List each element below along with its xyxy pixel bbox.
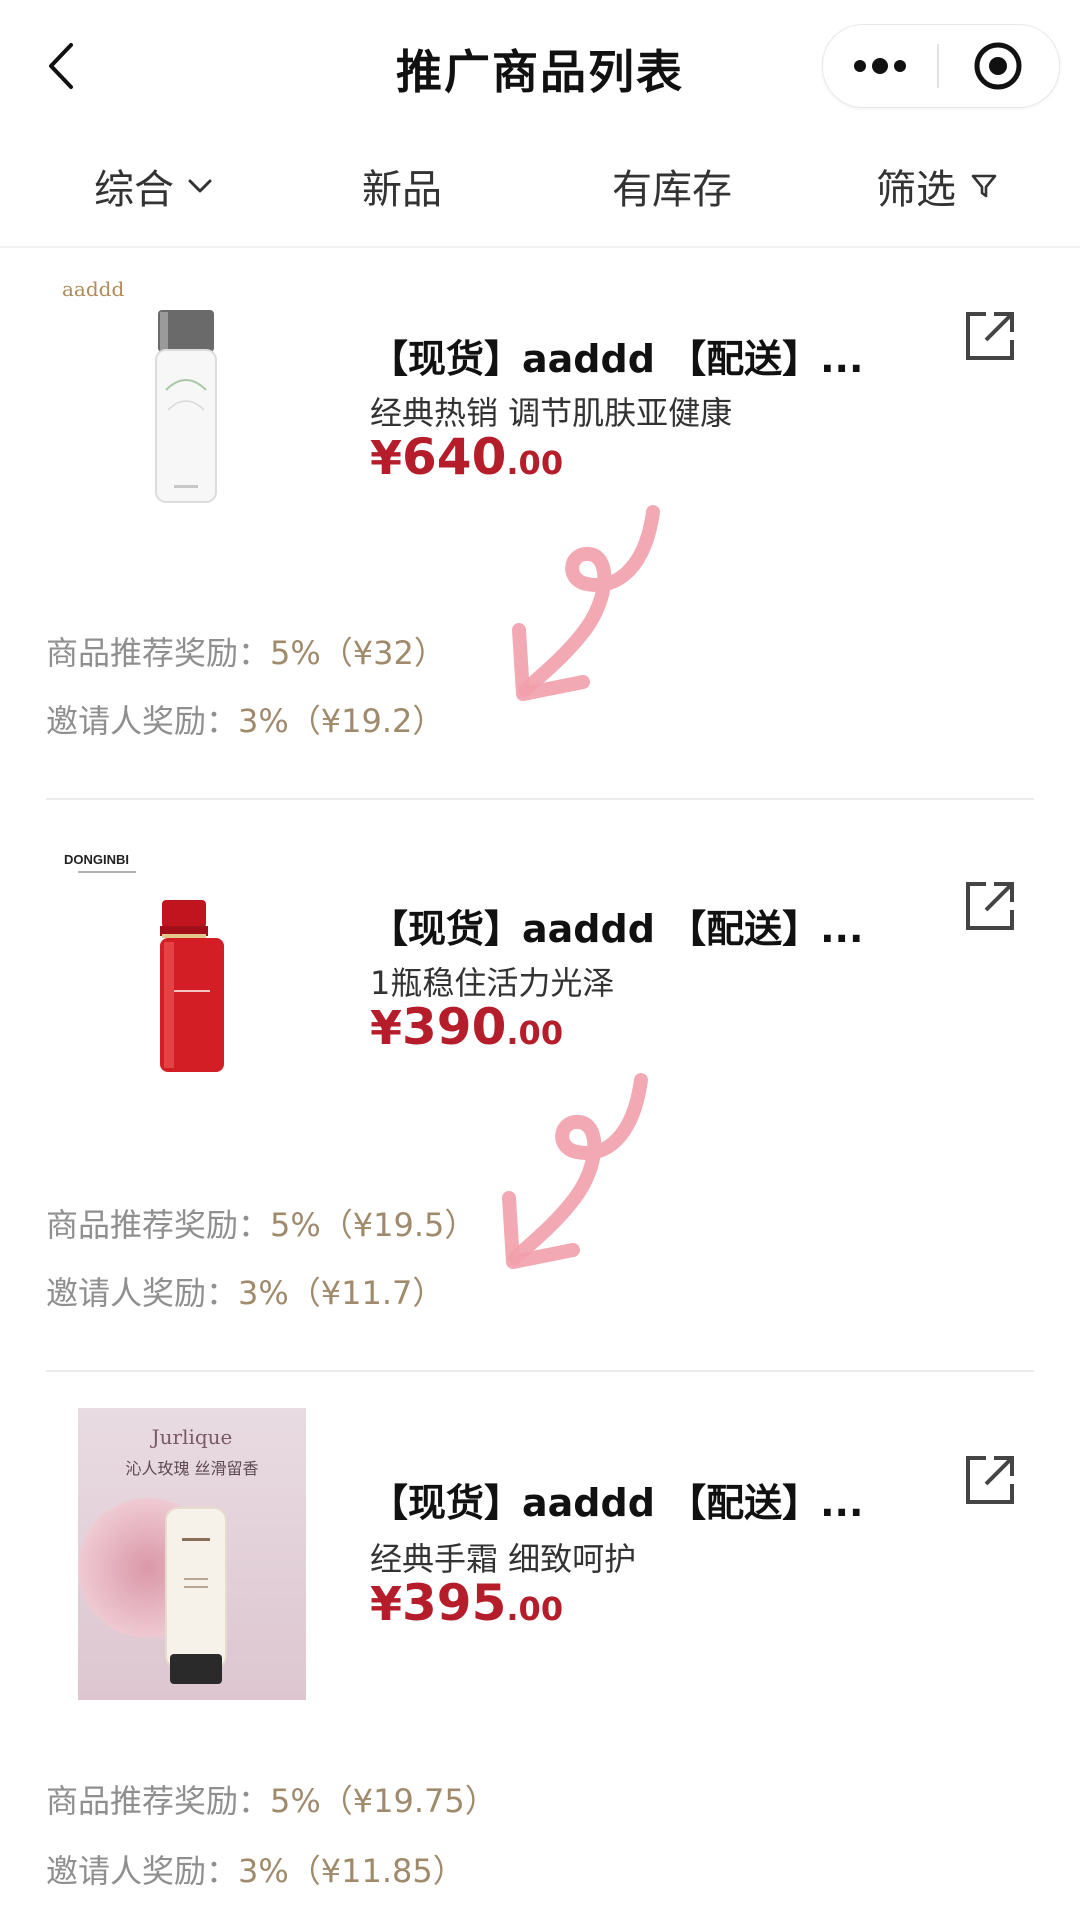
product-price: ¥640.00	[370, 428, 563, 486]
product-price: ¥395.00	[370, 1574, 563, 1632]
currency-symbol: ¥	[370, 431, 403, 485]
more-button[interactable]	[823, 25, 937, 107]
target-circle-icon	[974, 42, 1022, 90]
mini-program-capsule	[822, 24, 1060, 108]
currency-symbol: ¥	[370, 1577, 403, 1631]
product-price: ¥390.00	[370, 998, 563, 1056]
external-link-icon	[966, 882, 1014, 930]
tab-comprehensive[interactable]: 综合	[94, 150, 212, 222]
filter-bar: 综合 新品 有库存 筛选	[0, 150, 1080, 240]
navigation-bar: 推广商品列表	[0, 0, 1080, 130]
poster-text: 沁人玫瑰 丝滑留香	[125, 1459, 258, 1478]
inviter-reward: 邀请人奖励：3%（¥19.2）	[46, 696, 444, 742]
funnel-icon	[970, 172, 998, 200]
close-button[interactable]	[939, 25, 1057, 107]
filter-divider	[0, 246, 1080, 248]
reward-label: 商品推荐奖励：	[46, 1206, 271, 1244]
price-integer: 640	[402, 428, 507, 486]
reward-value: 3%（¥11.7）	[238, 1274, 445, 1312]
price-decimal: .00	[506, 1014, 564, 1052]
price-decimal: .00	[506, 1590, 564, 1628]
share-button[interactable]	[962, 1452, 1018, 1508]
tab-label: 新品	[362, 167, 442, 213]
recommend-reward: 商品推荐奖励：5%（¥19.75）	[46, 1776, 497, 1822]
share-button[interactable]	[962, 308, 1018, 364]
card-divider	[46, 1370, 1034, 1372]
tab-label: 筛选	[876, 167, 956, 213]
reward-label: 邀请人奖励：	[46, 702, 239, 740]
currency-symbol: ¥	[370, 1001, 403, 1055]
reward-value: 3%（¥19.2）	[238, 702, 445, 740]
price-integer: 395	[402, 1574, 507, 1632]
reward-label: 邀请人奖励：	[46, 1852, 239, 1890]
reward-label: 邀请人奖励：	[46, 1274, 239, 1312]
product-image: Jurlique 沁人玫瑰 丝滑留香	[78, 1408, 306, 1700]
reward-value: 5%（¥32）	[270, 634, 446, 672]
inviter-reward: 邀请人奖励：3%（¥11.7）	[46, 1268, 444, 1314]
price-integer: 390	[402, 998, 507, 1056]
more-dots-icon	[854, 58, 906, 74]
brand-logo: aaddd	[62, 277, 124, 301]
external-link-icon	[966, 312, 1014, 360]
tab-new[interactable]: 新品	[362, 150, 442, 222]
brand-logo: DONGINBI	[64, 852, 129, 867]
reward-label: 商品推荐奖励：	[46, 634, 271, 672]
product-title[interactable]: 【现货】aaddd 【配送】...	[370, 1472, 890, 1527]
reward-label: 商品推荐奖励：	[46, 1782, 271, 1820]
price-decimal: .00	[506, 444, 564, 482]
recommend-reward: 商品推荐奖励：5%（¥19.5）	[46, 1200, 476, 1246]
recommend-reward: 商品推荐奖励：5%（¥32）	[46, 628, 446, 674]
annotation-arrow-icon	[512, 505, 660, 701]
reward-value: 5%（¥19.5）	[270, 1206, 477, 1244]
external-link-icon	[966, 1456, 1014, 1504]
product-title[interactable]: 【现货】aaddd 【配送】...	[370, 328, 890, 383]
reward-value: 3%（¥11.85）	[238, 1852, 465, 1890]
tab-label: 有库存	[612, 167, 732, 213]
tab-filter[interactable]: 筛选	[876, 150, 998, 222]
inviter-reward: 邀请人奖励：3%（¥11.85）	[46, 1846, 465, 1892]
tab-in-stock[interactable]: 有库存	[612, 150, 732, 222]
brand-logo: Jurlique	[150, 1425, 233, 1449]
product-title[interactable]: 【现货】aaddd 【配送】...	[370, 898, 890, 953]
tab-label: 综合	[94, 167, 174, 213]
product-image: DONGINBI	[64, 852, 224, 1072]
card-divider	[46, 798, 1034, 800]
share-button[interactable]	[962, 878, 1018, 934]
annotation-arrow-icon	[502, 1073, 648, 1269]
product-image: aaddd	[62, 277, 217, 503]
chevron-down-icon	[188, 178, 212, 194]
reward-value: 5%（¥19.75）	[270, 1782, 497, 1820]
